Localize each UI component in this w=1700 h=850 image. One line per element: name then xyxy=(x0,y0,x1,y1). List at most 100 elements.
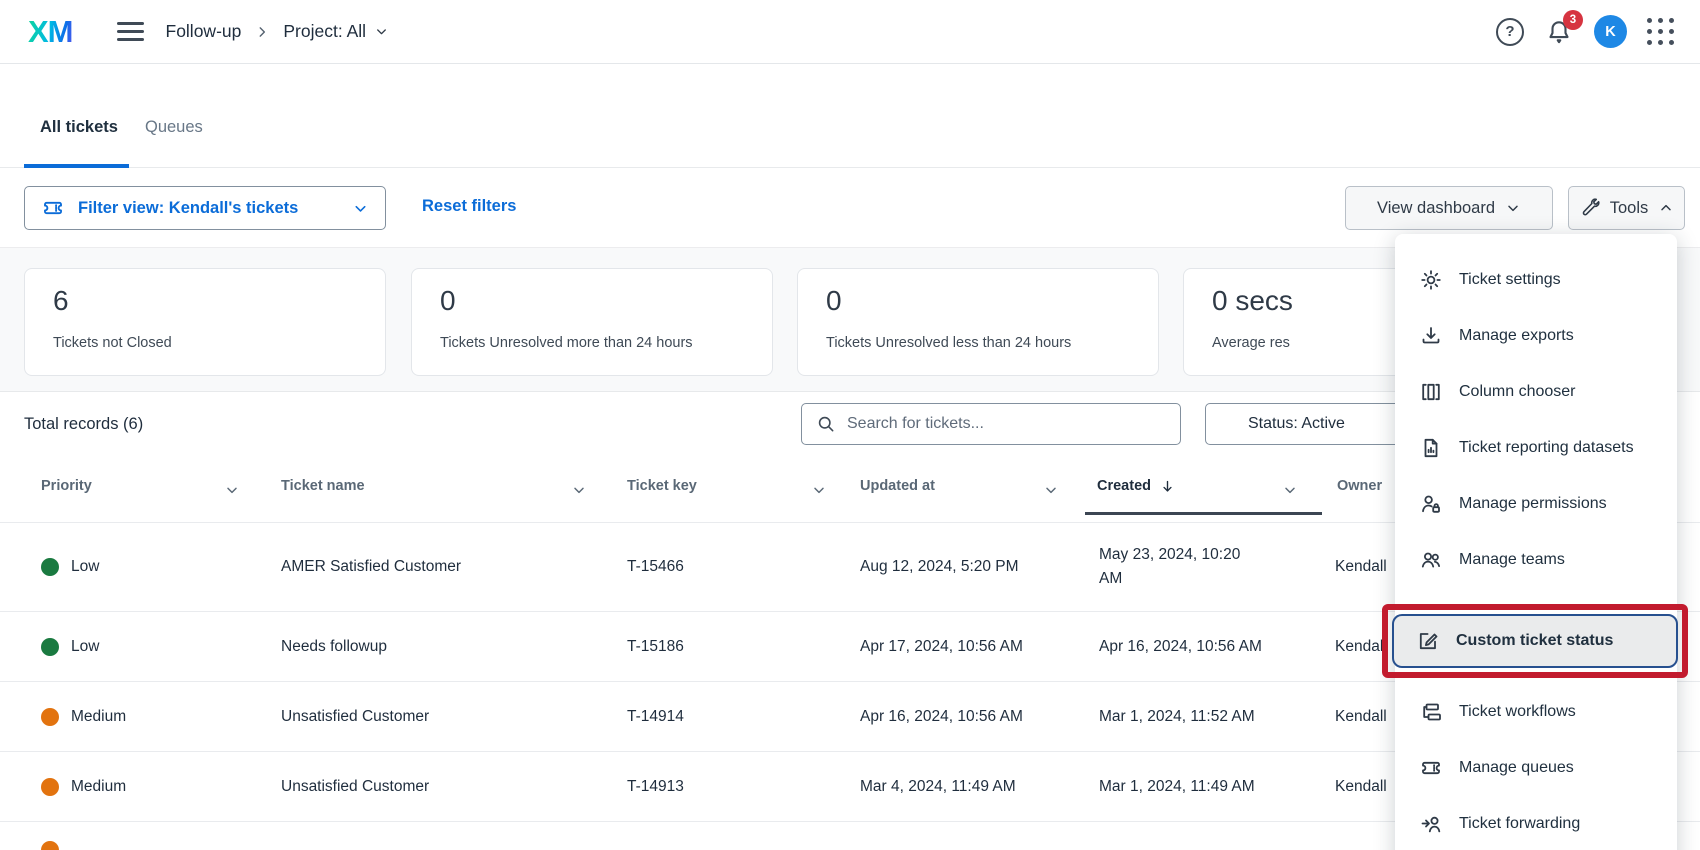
total-records-label: Total records (6) xyxy=(24,415,143,434)
created-at: Mar 1, 2024, 11:49 AM xyxy=(1099,778,1335,796)
column-header-created-label: Created xyxy=(1097,478,1151,494)
ticket-name: Unsatisfied Customer xyxy=(281,778,627,796)
ticket-key: T-15186 xyxy=(627,638,860,656)
ticket-key: T-14914 xyxy=(627,708,860,726)
search-input[interactable] xyxy=(847,415,1166,433)
view-dashboard-button[interactable]: View dashboard xyxy=(1345,186,1553,230)
chevron-down-icon[interactable] xyxy=(571,482,587,498)
ticket-name: Unsatisfied Customer xyxy=(281,708,627,726)
updated-at: Apr 16, 2024, 10:56 AM xyxy=(860,708,1099,726)
breadcrumb-section[interactable]: Follow-up xyxy=(166,21,242,42)
menu-item-custom-ticket-status[interactable]: Custom ticket status xyxy=(1392,614,1678,668)
status-filter-label: Status: Active xyxy=(1248,415,1345,433)
project-selector[interactable]: Project: All xyxy=(283,21,389,42)
menu-item-ticket-workflows[interactable]: Ticket workflows xyxy=(1395,684,1677,740)
stat-value: 6 xyxy=(53,285,385,317)
avatar[interactable]: K xyxy=(1594,15,1627,48)
updated-at: Aug 12, 2024, 5:20 PM xyxy=(860,558,1099,576)
menu-item-ticket-reporting-datasets[interactable]: Ticket reporting datasets xyxy=(1395,420,1677,476)
column-header-priority[interactable]: Priority xyxy=(41,478,92,494)
menu-item-manage-exports[interactable]: Manage exports xyxy=(1395,308,1677,364)
people-icon xyxy=(1419,548,1443,572)
ticket-name: AMER Satisfied Customer xyxy=(281,558,627,576)
workflow-icon xyxy=(1419,700,1443,724)
stat-value: 0 xyxy=(440,285,772,317)
columns-icon xyxy=(1419,380,1443,404)
ticket-name: Needs followup xyxy=(281,638,627,656)
reset-filters-link[interactable]: Reset filters xyxy=(422,197,516,216)
tab-queues[interactable]: Queues xyxy=(145,118,203,137)
active-tab-underline xyxy=(24,164,129,168)
menu-item-manage-queues[interactable]: Manage queues xyxy=(1395,740,1677,796)
top-bar: XM Follow-up Project: All ? 3 K xyxy=(0,0,1700,64)
chevron-down-icon[interactable] xyxy=(1282,482,1298,498)
search-box xyxy=(801,403,1181,445)
menu-item-label: Custom ticket status xyxy=(1456,632,1613,650)
download-icon xyxy=(1419,324,1443,348)
column-header-updated-at[interactable]: Updated at xyxy=(860,478,935,494)
menu-item-label: Ticket reporting datasets xyxy=(1459,439,1634,457)
tools-label: Tools xyxy=(1610,199,1649,218)
tools-button[interactable]: Tools xyxy=(1568,186,1685,230)
breadcrumb: Follow-up Project: All xyxy=(166,21,390,42)
filter-view-label: Filter view: Kendall's tickets xyxy=(78,199,298,218)
priority-dot-medium xyxy=(41,708,59,726)
column-header-created[interactable]: Created xyxy=(1097,478,1175,494)
menu-item-column-chooser[interactable]: Column chooser xyxy=(1395,364,1677,420)
tab-all-tickets[interactable]: All tickets xyxy=(40,118,118,137)
menu-item-label: Manage queues xyxy=(1459,759,1574,777)
menu-item-label: Manage exports xyxy=(1459,327,1574,345)
menu-item-label: Ticket settings xyxy=(1459,271,1561,289)
search-icon xyxy=(816,414,836,434)
stat-card-not-closed: 6 Tickets not Closed xyxy=(24,268,386,376)
chevron-down-icon xyxy=(374,24,389,39)
app-window: XM Follow-up Project: All ? 3 K xyxy=(0,0,1700,850)
tools-menu: Ticket settings Manage exports Column ch… xyxy=(1395,234,1677,850)
view-dashboard-label: View dashboard xyxy=(1377,199,1495,218)
notification-count-badge: 3 xyxy=(1563,10,1583,30)
ticket-icon xyxy=(1419,756,1443,780)
edit-icon xyxy=(1416,629,1440,653)
filter-view-dropdown[interactable]: Filter view: Kendall's tickets xyxy=(24,186,386,230)
updated-at: Mar 4, 2024, 11:49 AM xyxy=(860,778,1099,796)
priority-dot-low xyxy=(41,638,59,656)
column-header-ticket-name[interactable]: Ticket name xyxy=(281,478,365,494)
priority-dot-medium xyxy=(41,778,59,796)
column-header-owner[interactable]: Owner xyxy=(1337,478,1382,494)
menu-item-manage-teams[interactable]: Manage teams xyxy=(1395,532,1677,588)
priority-label: Low xyxy=(71,638,99,656)
sort-descending-arrow-icon xyxy=(1160,479,1175,494)
app-grid-icon[interactable] xyxy=(1647,18,1674,45)
priority-label: Low xyxy=(71,558,99,576)
chevron-down-icon xyxy=(1505,200,1521,216)
help-icon[interactable]: ? xyxy=(1496,18,1524,46)
chevron-down-icon xyxy=(352,200,369,217)
notifications-bell-icon[interactable]: 3 xyxy=(1544,17,1574,47)
xm-logo[interactable]: XM xyxy=(28,14,73,50)
annotation-highlight-box: Custom ticket status xyxy=(1382,604,1688,678)
menu-item-manage-permissions[interactable]: Manage permissions xyxy=(1395,476,1677,532)
chevron-down-icon[interactable] xyxy=(811,482,827,498)
stat-value: 0 xyxy=(826,285,1158,317)
stat-label: Tickets not Closed xyxy=(53,335,385,351)
wrench-icon xyxy=(1579,198,1600,219)
stat-card-unresolved-24h-less: 0 Tickets Unresolved less than 24 hours xyxy=(797,268,1159,376)
ticket-key: T-14913 xyxy=(627,778,860,796)
updated-at: Apr 17, 2024, 10:56 AM xyxy=(860,638,1099,656)
sorted-column-underline xyxy=(1085,512,1322,515)
menu-item-ticket-forwarding[interactable]: Ticket forwarding xyxy=(1395,796,1677,850)
forward-person-icon xyxy=(1419,812,1443,836)
menu-item-label: Ticket workflows xyxy=(1459,703,1576,721)
chevron-down-icon[interactable] xyxy=(1043,482,1059,498)
menu-item-label: Manage permissions xyxy=(1459,495,1607,513)
column-header-ticket-key[interactable]: Ticket key xyxy=(627,478,697,494)
chevron-down-icon[interactable] xyxy=(224,482,240,498)
hamburger-menu-icon[interactable] xyxy=(117,17,144,46)
menu-item-ticket-settings[interactable]: Ticket settings xyxy=(1395,252,1677,308)
priority-dot xyxy=(41,841,59,850)
top-bar-actions: ? 3 K xyxy=(1496,15,1674,48)
person-lock-icon xyxy=(1419,492,1443,516)
created-at: Apr 16, 2024, 10:56 AM xyxy=(1099,638,1335,656)
ticket-icon xyxy=(41,196,65,220)
gear-icon xyxy=(1419,268,1443,292)
